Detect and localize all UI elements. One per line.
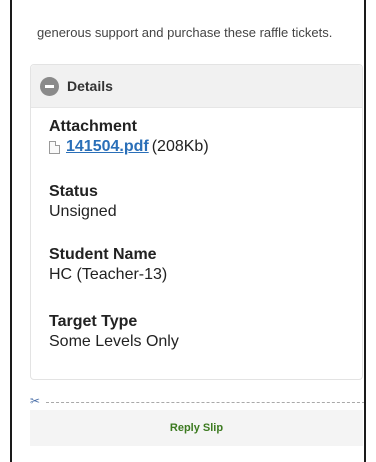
scissors-icon: ✂ bbox=[30, 394, 41, 408]
target-type-label: Target Type bbox=[49, 313, 138, 330]
status-field: Status Unsigned bbox=[49, 182, 117, 222]
attachment-link[interactable]: 141504.pdf bbox=[66, 137, 149, 157]
attachment-row: 141504.pdf (208Kb) bbox=[49, 137, 209, 157]
minus-circle-icon[interactable] bbox=[40, 76, 59, 96]
notice-intro-text: generous support and purchase these raff… bbox=[37, 25, 333, 40]
reply-slip-label: Reply Slip bbox=[169, 422, 224, 434]
student-name-value: HC (Teacher-13) bbox=[49, 266, 168, 283]
attachment-field: Attachment 141504.pdf (208Kb) bbox=[49, 117, 209, 157]
status-value: Unsigned bbox=[49, 203, 117, 220]
student-name-label: Student Name bbox=[49, 246, 157, 263]
status-label: Status bbox=[49, 183, 98, 200]
viewport-frame: generous support and purchase these raff… bbox=[10, 0, 366, 462]
reply-slip-cut-line: ✂ bbox=[30, 394, 364, 408]
attachment-size: (208Kb) bbox=[151, 138, 209, 155]
dashed-divider bbox=[46, 402, 364, 403]
student-name-field: Student Name HC (Teacher-13) bbox=[49, 245, 167, 285]
reply-slip-area[interactable]: Reply Slip bbox=[30, 410, 363, 446]
target-type-field: Target Type Some Levels Only bbox=[49, 312, 179, 352]
attachment-label: Attachment bbox=[49, 118, 138, 135]
file-icon bbox=[49, 140, 60, 154]
details-header[interactable]: Details bbox=[31, 65, 362, 108]
details-panel: Details Attachment 141504.pdf (208Kb) St… bbox=[30, 64, 363, 380]
target-type-value: Some Levels Only bbox=[49, 333, 179, 350]
details-title: Details bbox=[67, 78, 113, 94]
